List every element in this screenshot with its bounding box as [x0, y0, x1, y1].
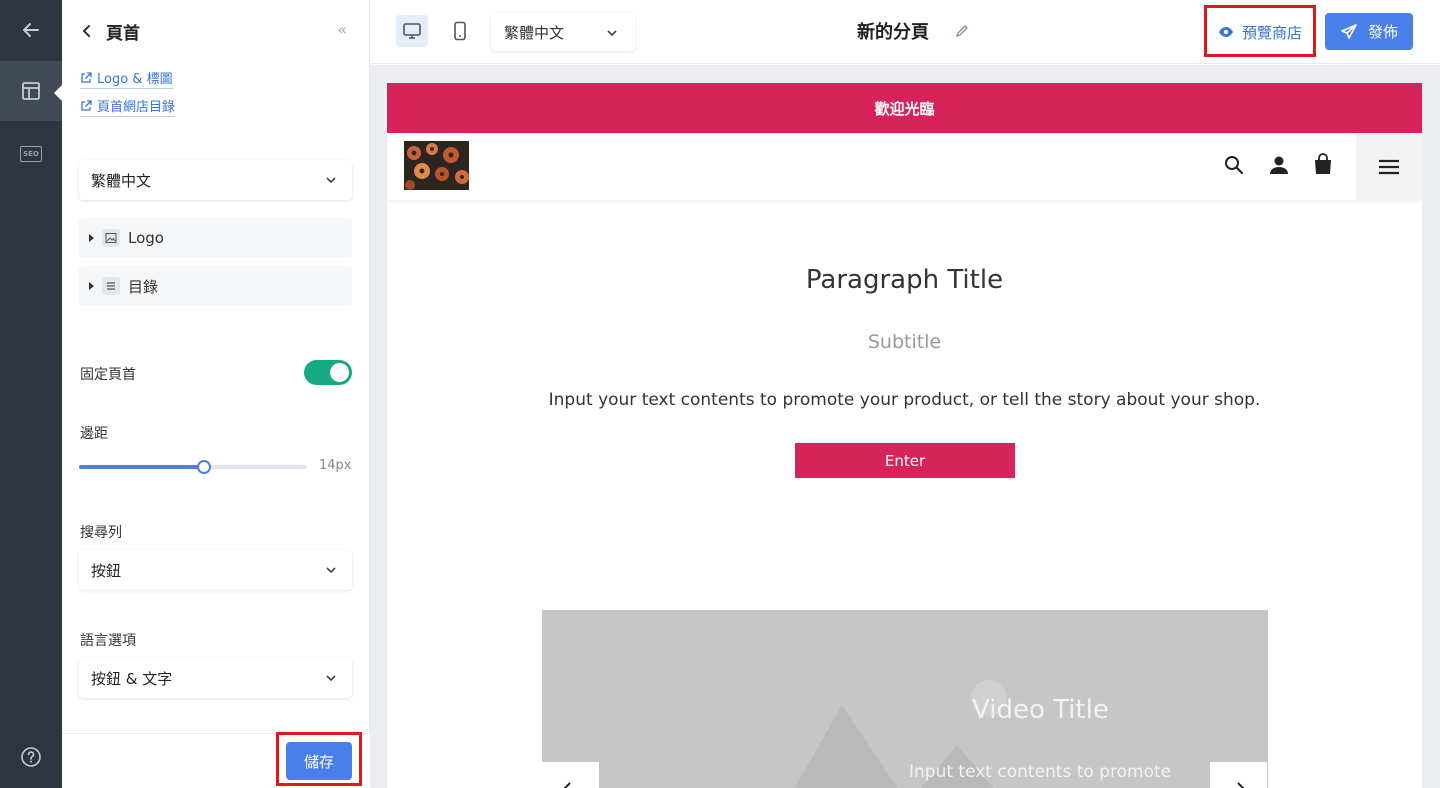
search-bar-select[interactable]: 按鈕: [79, 550, 352, 590]
help-button[interactable]: [0, 727, 62, 787]
toggle-knob: [330, 363, 349, 382]
caret-right-icon: [89, 282, 94, 290]
publish-label: 發佈: [1367, 23, 1398, 41]
list-icon: [102, 277, 120, 295]
chevron-down-icon: [326, 177, 336, 184]
publish-button[interactable]: 發佈: [1325, 13, 1413, 50]
language-options-label: 語言選項: [80, 633, 136, 649]
chevron-down-icon: [326, 567, 336, 574]
tree-item-menu[interactable]: 目錄: [79, 266, 352, 306]
search-bar-value: 按鈕: [91, 561, 122, 580]
store-header[interactable]: [387, 133, 1422, 200]
padding-slider-fill: [79, 465, 205, 469]
caret-right-icon: [89, 234, 94, 242]
logo-banner-link-label: Logo & 標圖: [97, 72, 173, 87]
paragraph-title: Paragraph Title: [805, 265, 1004, 295]
tree-item-logo-label: Logo: [128, 229, 164, 247]
language-options-value: 按鈕 & 文字: [91, 669, 173, 688]
mobile-icon: [454, 21, 466, 41]
store-logo-image[interactable]: [404, 141, 469, 190]
paragraph-subtitle: Subtitle: [867, 331, 942, 353]
topbar-language-select[interactable]: 繁體中文: [491, 13, 635, 51]
editor-topbar: 繁體中文 新的分頁 預覽商店 發佈: [370, 0, 1440, 64]
paragraph-body: Input your text contents to promote your…: [548, 390, 1261, 410]
header-menu-link-label: 頁首網店目錄: [97, 100, 176, 115]
page-title: 新的分頁: [857, 22, 929, 43]
shopping-bag-icon[interactable]: [1313, 153, 1333, 175]
enter-button[interactable]: Enter: [795, 443, 1015, 478]
collapse-panel-icon[interactable]: «: [337, 20, 347, 39]
paper-plane-icon: [1341, 23, 1357, 39]
video-title: Video Title: [972, 695, 1109, 725]
announcement-bar[interactable]: 歡迎光臨: [387, 83, 1422, 133]
padding-label: 邊距: [80, 426, 108, 442]
mobile-view-button[interactable]: [444, 15, 476, 47]
seo-nav-button[interactable]: SEO: [0, 124, 62, 184]
fixed-header-label: 固定頁首: [80, 367, 136, 383]
logo-banner-link[interactable]: Logo & 標圖: [80, 68, 173, 89]
chevron-left-icon: [563, 782, 571, 788]
video-next-button[interactable]: [1210, 762, 1267, 788]
layout-icon: [22, 82, 40, 100]
chevron-down-icon: [607, 30, 617, 37]
layout-nav-button[interactable]: [0, 61, 62, 121]
left-rail: SEO: [0, 0, 62, 788]
padding-slider[interactable]: [79, 460, 307, 474]
chevron-right-icon: [1237, 782, 1245, 788]
video-text: Input text contents to promote: [909, 762, 1172, 782]
hamburger-icon: [1379, 159, 1399, 174]
topbar-language-value: 繁體中文: [504, 23, 565, 42]
tree-item-logo[interactable]: Logo: [79, 218, 352, 258]
language-options-select[interactable]: 按鈕 & 文字: [79, 658, 352, 698]
chevron-left-icon[interactable]: [80, 24, 94, 38]
store-preview: 歡迎光臨 Paragraph Title Subtitle Input your…: [387, 83, 1422, 788]
desktop-view-button[interactable]: [396, 15, 428, 47]
external-link-icon: [81, 71, 92, 83]
seo-label: SEO: [23, 150, 39, 158]
back-button[interactable]: [0, 0, 62, 60]
seo-icon: SEO: [20, 146, 42, 162]
hamburger-menu-button[interactable]: [1356, 133, 1422, 200]
preview-canvas: 歡迎光臨 Paragraph Title Subtitle Input your…: [370, 65, 1440, 788]
fixed-header-toggle[interactable]: [304, 360, 352, 385]
arrow-left-icon: [23, 23, 39, 37]
user-icon[interactable]: [1269, 155, 1289, 175]
video-section[interactable]: Video Title Input text contents to promo…: [542, 610, 1268, 788]
save-highlight-box: [276, 732, 362, 786]
question-circle-icon: [21, 747, 41, 767]
header-menu-link[interactable]: 頁首網店目錄: [80, 96, 176, 117]
active-indicator: [54, 85, 62, 101]
panel-language-select[interactable]: 繁體中文: [79, 160, 352, 200]
video-prev-button[interactable]: [542, 762, 599, 788]
padding-slider-handle[interactable]: [197, 460, 212, 474]
panel-title: 頁首: [106, 23, 140, 44]
image-icon: [102, 229, 120, 247]
search-bar-label: 搜尋列: [80, 525, 122, 541]
pencil-icon[interactable]: [955, 24, 969, 38]
settings-panel: 頁首 « Logo & 標圖 頁首網店目錄 繁體中文 Logo 目錄 固定頁首 …: [62, 0, 370, 788]
external-link-icon: [81, 99, 92, 111]
chevron-down-icon: [326, 675, 336, 682]
tree-item-menu-label: 目錄: [128, 277, 159, 296]
desktop-icon: [403, 23, 421, 39]
search-icon[interactable]: [1224, 155, 1244, 175]
panel-header: 頁首 «: [80, 18, 351, 44]
preview-highlight-box: [1204, 5, 1316, 57]
panel-language-value: 繁體中文: [91, 171, 152, 190]
padding-value: 14px: [319, 458, 352, 473]
